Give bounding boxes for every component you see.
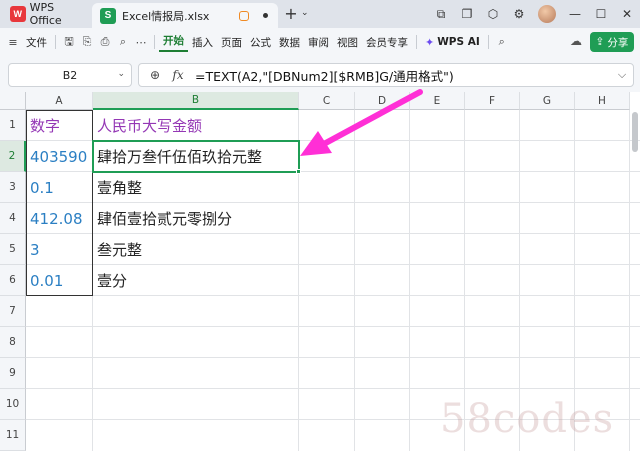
watermark: 58codes (440, 396, 615, 442)
annotation-arrow-icon (300, 89, 423, 156)
